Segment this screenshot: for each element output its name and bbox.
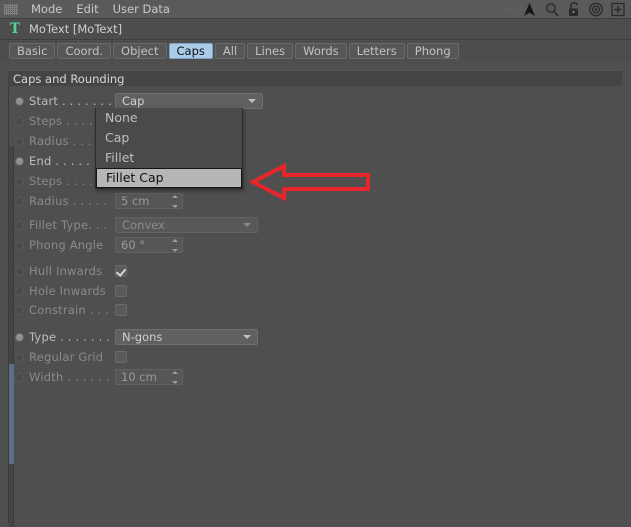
dropdown-option[interactable]: Fillet Cap bbox=[96, 168, 242, 188]
attribute-label: Width . . . . . . bbox=[29, 370, 110, 384]
tab-phong[interactable]: Phong bbox=[406, 42, 459, 59]
object-header: T MoText [MoText] bbox=[0, 19, 631, 40]
number-input-width[interactable]: 10 cm bbox=[115, 369, 183, 385]
chevron-down-icon bbox=[248, 99, 256, 103]
dropdown-option[interactable]: Cap bbox=[96, 128, 242, 148]
attribute-label: Constrain . . . bbox=[29, 303, 110, 317]
attribute-label: Hole Inwards bbox=[29, 284, 106, 298]
attribute-row: Regular Grid bbox=[9, 348, 622, 366]
spinner-arrows-icon[interactable] bbox=[171, 195, 178, 208]
chevron-down-icon bbox=[243, 335, 251, 339]
attribute-row: Phong Angle 60 ° bbox=[9, 236, 622, 254]
tab-letters[interactable]: Letters bbox=[348, 42, 405, 59]
checkbox-regulargrid[interactable] bbox=[115, 351, 127, 363]
attribute-row: Fillet Type. . . Convex bbox=[9, 216, 622, 234]
attribute-row: Hole Inwards bbox=[9, 282, 622, 300]
tab-object[interactable]: Object bbox=[113, 42, 167, 59]
tab-words[interactable]: Words bbox=[295, 42, 347, 59]
number-input-phongangle[interactable]: 60 ° bbox=[115, 237, 183, 253]
menu-bar: Mode Edit User Data bbox=[0, 0, 631, 19]
attribute-row: Constrain . . . bbox=[9, 301, 622, 319]
menu-bar-icons bbox=[501, 1, 631, 17]
tab-basic[interactable]: Basic bbox=[9, 42, 56, 59]
attribute-row: Width . . . . . . 10 cm bbox=[9, 368, 622, 386]
parameter-toggle-dot[interactable] bbox=[15, 266, 24, 276]
attribute-label: Regular Grid bbox=[29, 350, 104, 364]
number-input-radius[interactable]: 5 cm bbox=[115, 193, 183, 209]
parameter-toggle-dot[interactable] bbox=[15, 372, 24, 382]
attribute-row: Hull Inwards bbox=[9, 262, 622, 280]
dropdown-start[interactable]: Cap bbox=[115, 93, 263, 109]
attribute-row: Radius . . . . . 5 cm bbox=[9, 192, 622, 210]
cursor-arrow-icon[interactable] bbox=[523, 2, 538, 17]
target-icon[interactable] bbox=[589, 2, 604, 17]
section-header-caps-and-rounding: Caps and Rounding bbox=[8, 70, 622, 86]
spinner-arrows-icon[interactable] bbox=[171, 239, 178, 252]
tab-all[interactable]: All bbox=[214, 42, 246, 59]
parameter-toggle-dot[interactable] bbox=[15, 332, 24, 342]
checkbox-hullinwards[interactable] bbox=[115, 265, 127, 277]
attribute-label: Radius . . . . . bbox=[29, 194, 108, 208]
checkbox-holeinwards[interactable] bbox=[115, 285, 127, 297]
attribute-label: Fillet Type. . . bbox=[29, 218, 108, 232]
tab-bar: Basic Coord. Object Caps All Lines Words Letter… bbox=[0, 41, 631, 60]
parameter-toggle-dot[interactable] bbox=[15, 286, 24, 296]
tab-lines[interactable]: Lines bbox=[247, 42, 294, 59]
parameter-toggle-dot[interactable] bbox=[15, 305, 24, 315]
parameter-toggle-dot[interactable] bbox=[15, 96, 24, 106]
parameter-toggle-dot[interactable] bbox=[15, 176, 24, 186]
parameter-toggle-dot[interactable] bbox=[15, 156, 24, 166]
attribute-label: Hull Inwards bbox=[29, 264, 103, 278]
dropdown-value: Convex bbox=[122, 218, 165, 232]
tab-coord[interactable]: Coord. bbox=[57, 42, 112, 59]
start-cap-dropdown-list[interactable]: None Cap Fillet Fillet Cap bbox=[95, 108, 243, 189]
dropdown-option[interactable]: None bbox=[96, 108, 242, 128]
dropdown-fillettype[interactable]: Convex bbox=[115, 217, 258, 233]
attribute-label: Phong Angle bbox=[29, 238, 104, 252]
dropdown-value: Cap bbox=[122, 94, 145, 108]
spinner-arrows-icon[interactable] bbox=[171, 371, 178, 384]
tab-caps[interactable]: Caps bbox=[168, 42, 213, 59]
attribute-label: Start . . . . . . . bbox=[29, 94, 113, 108]
search-icon[interactable] bbox=[545, 2, 560, 17]
parameter-toggle-dot[interactable] bbox=[15, 352, 24, 362]
menu-item-edit[interactable]: Edit bbox=[69, 1, 105, 18]
attribute-manager-window: Mode Edit User Data T MoText [MoText] Ba… bbox=[0, 0, 631, 527]
menu-item-mode[interactable]: Mode bbox=[24, 1, 69, 18]
number-input-value: 10 cm bbox=[121, 370, 157, 384]
chevron-down-icon bbox=[243, 223, 251, 227]
checkbox-constrain[interactable] bbox=[115, 304, 127, 316]
parameter-toggle-dot[interactable] bbox=[15, 220, 24, 230]
attribute-panel: Start . . . . . . . Cap Steps . . . . . .R… bbox=[8, 86, 622, 527]
attribute-label: Type . . . . . . . . bbox=[29, 330, 115, 344]
motext-object-icon: T bbox=[9, 20, 21, 37]
dropdown-option[interactable]: Fillet bbox=[96, 148, 242, 168]
parameter-toggle-dot[interactable] bbox=[15, 136, 24, 146]
number-input-value: 60 ° bbox=[121, 238, 146, 252]
dropdown-type[interactable]: N-gons bbox=[115, 329, 258, 345]
parameter-toggle-dot[interactable] bbox=[15, 196, 24, 206]
mesh-preview-icon bbox=[501, 2, 541, 17]
dropdown-value: N-gons bbox=[122, 330, 163, 344]
menu-item-user-data[interactable]: User Data bbox=[106, 1, 177, 18]
drag-grip-icon[interactable] bbox=[4, 3, 18, 15]
parameter-toggle-dot[interactable] bbox=[15, 116, 24, 126]
unlock-icon[interactable] bbox=[567, 1, 582, 17]
page-title: MoText [MoText] bbox=[29, 22, 123, 36]
attribute-row: Type . . . . . . . . N-gons bbox=[9, 328, 622, 346]
number-input-value: 5 cm bbox=[121, 194, 150, 208]
parameter-toggle-dot[interactable] bbox=[15, 240, 24, 250]
add-box-icon[interactable] bbox=[611, 2, 626, 17]
